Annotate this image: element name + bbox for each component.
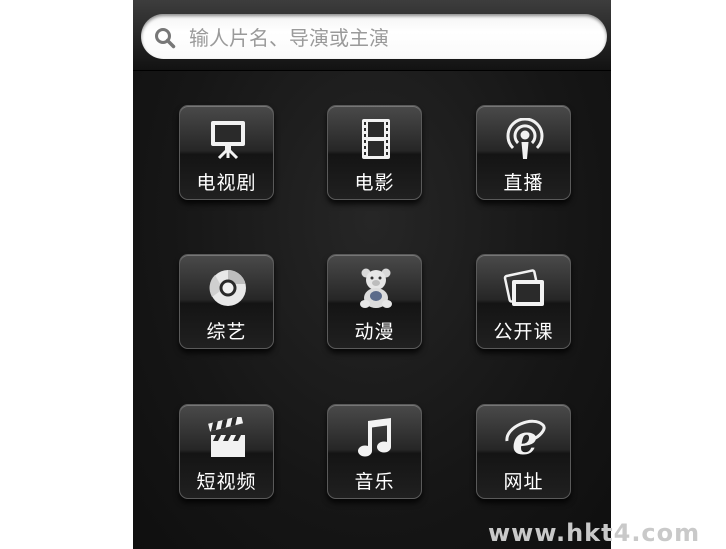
category-label: 音乐 <box>354 471 395 493</box>
tv-icon <box>211 121 245 160</box>
film-icon <box>362 119 390 159</box>
category-label: 短视频 <box>196 471 257 493</box>
category-label: 网址 <box>503 471 544 493</box>
category-anime[interactable]: 动漫 <box>327 254 422 349</box>
music-note-icon <box>358 418 391 457</box>
category-label: 公开课 <box>493 321 554 343</box>
category-music[interactable]: 音乐 <box>327 404 422 499</box>
category-short-video[interactable]: 短视频 <box>179 404 274 499</box>
category-label: 电视剧 <box>196 172 257 194</box>
search-input[interactable] <box>187 22 591 53</box>
category-open-course[interactable]: 公开课 <box>476 254 571 349</box>
photos-icon <box>503 269 544 306</box>
search-icon <box>155 28 176 49</box>
category-label: 直播 <box>503 172 544 194</box>
variety-icon <box>209 270 246 306</box>
category-label: 动漫 <box>354 321 395 343</box>
broadcast-icon <box>506 118 544 159</box>
browser-icon: e <box>505 417 546 459</box>
category-label: 电影 <box>354 172 395 194</box>
category-label: 综艺 <box>206 321 247 343</box>
search-field[interactable] <box>141 14 607 59</box>
search-bar <box>133 0 611 71</box>
app-screen: 电视剧 电影 直播 <box>133 0 611 549</box>
category-movie[interactable]: 电影 <box>327 105 422 200</box>
teddy-bear-icon <box>360 268 392 308</box>
category-tv-series[interactable]: 电视剧 <box>179 105 274 200</box>
clapperboard-icon <box>208 417 245 457</box>
category-web[interactable]: e 网址 <box>476 404 571 499</box>
category-variety[interactable]: 综艺 <box>179 254 274 349</box>
category-live[interactable]: 直播 <box>476 105 571 200</box>
watermark: www.hkt4.com <box>488 519 701 547</box>
